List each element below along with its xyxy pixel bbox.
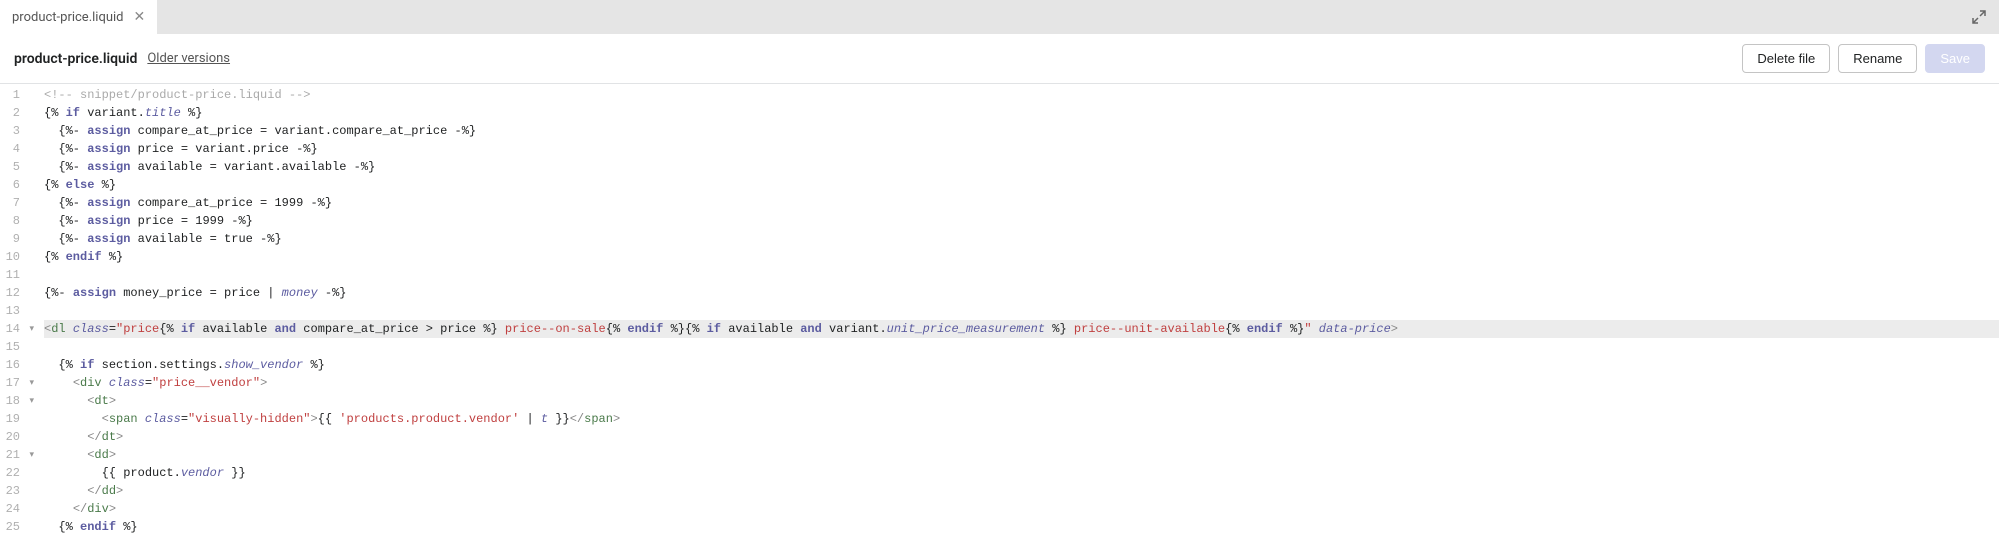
line-number: 14▾ (0, 320, 24, 338)
toolbar: product-price.liquid Older versions Dele… (0, 34, 1999, 84)
code-line[interactable]: {% if variant.title %} (44, 104, 1999, 122)
older-versions-link[interactable]: Older versions (147, 51, 230, 66)
line-number: 8 (0, 212, 24, 230)
line-number: 6 (0, 176, 24, 194)
fold-marker-icon[interactable]: ▾ (29, 446, 34, 464)
line-number: 24 (0, 500, 24, 518)
code-line[interactable]: {% endif %} (44, 518, 1999, 536)
code-line[interactable]: {% if section.settings.show_vendor %} (44, 356, 1999, 374)
code-line[interactable]: </div> (44, 500, 1999, 518)
toolbar-actions: Delete file Rename Save (1742, 44, 1985, 73)
line-number: 21▾ (0, 446, 24, 464)
line-number: 2 (0, 104, 24, 122)
line-number: 11 (0, 266, 24, 284)
file-title: product-price.liquid (14, 51, 137, 67)
code-line[interactable]: <div class="price__vendor"> (44, 374, 1999, 392)
code-line[interactable]: {% endif %} (44, 248, 1999, 266)
line-number: 13 (0, 302, 24, 320)
code-line[interactable] (44, 338, 1999, 356)
code-line[interactable] (44, 266, 1999, 284)
expand-button[interactable] (1959, 0, 1999, 34)
line-number: 16 (0, 356, 24, 374)
code-line[interactable]: <dt> (44, 392, 1999, 410)
close-icon[interactable]: ✕ (134, 10, 146, 24)
code-line[interactable]: {%- assign price = variant.price -%} (44, 140, 1999, 158)
line-number: 1 (0, 86, 24, 104)
line-number: 12 (0, 284, 24, 302)
line-number: 17▾ (0, 374, 24, 392)
line-number: 9 (0, 230, 24, 248)
code-line[interactable]: {%- assign price = 1999 -%} (44, 212, 1999, 230)
fold-marker-icon[interactable]: ▾ (29, 374, 34, 392)
line-number: 7 (0, 194, 24, 212)
expand-icon (1971, 9, 1987, 25)
code-line[interactable]: {%- assign available = true -%} (44, 230, 1999, 248)
code-line[interactable]: </dt> (44, 428, 1999, 446)
code-line[interactable]: </dd> (44, 482, 1999, 500)
code-editor[interactable]: 1234567891011121314▾151617▾18▾192021▾222… (0, 84, 1999, 538)
save-button: Save (1925, 44, 1985, 73)
line-number: 15 (0, 338, 24, 356)
code-line[interactable] (44, 302, 1999, 320)
code-line[interactable]: <span class="visually-hidden">{{ 'produc… (44, 410, 1999, 428)
code-line[interactable]: {{ product.vendor }} (44, 464, 1999, 482)
code-line[interactable]: <dd> (44, 446, 1999, 464)
line-number: 4 (0, 140, 24, 158)
code-line[interactable]: {%- assign money_price = price | money -… (44, 284, 1999, 302)
code-line[interactable]: {%- assign compare_at_price = 1999 -%} (44, 194, 1999, 212)
line-number: 22 (0, 464, 24, 482)
tab-product-price[interactable]: product-price.liquid ✕ (0, 0, 157, 34)
code-area[interactable]: <!-- snippet/product-price.liquid -->{% … (30, 84, 1999, 538)
tab-label: product-price.liquid (12, 10, 124, 25)
line-number-gutter: 1234567891011121314▾151617▾18▾192021▾222… (0, 84, 30, 538)
code-line[interactable]: <!-- snippet/product-price.liquid --> (44, 86, 1999, 104)
line-number: 23 (0, 482, 24, 500)
fold-marker-icon[interactable]: ▾ (29, 392, 34, 410)
line-number: 25 (0, 518, 24, 536)
line-number: 20 (0, 428, 24, 446)
line-number: 3 (0, 122, 24, 140)
fold-marker-icon[interactable]: ▾ (29, 320, 34, 338)
line-number: 18▾ (0, 392, 24, 410)
code-line[interactable]: <dl class="price{% if available and comp… (44, 320, 1999, 338)
line-number: 19 (0, 410, 24, 428)
rename-button[interactable]: Rename (1838, 44, 1917, 73)
code-line[interactable]: {% else %} (44, 176, 1999, 194)
tab-bar: product-price.liquid ✕ (0, 0, 1999, 34)
line-number: 10 (0, 248, 24, 266)
code-line[interactable]: {%- assign compare_at_price = variant.co… (44, 122, 1999, 140)
delete-file-button[interactable]: Delete file (1742, 44, 1830, 73)
code-line[interactable]: {%- assign available = variant.available… (44, 158, 1999, 176)
line-number: 5 (0, 158, 24, 176)
